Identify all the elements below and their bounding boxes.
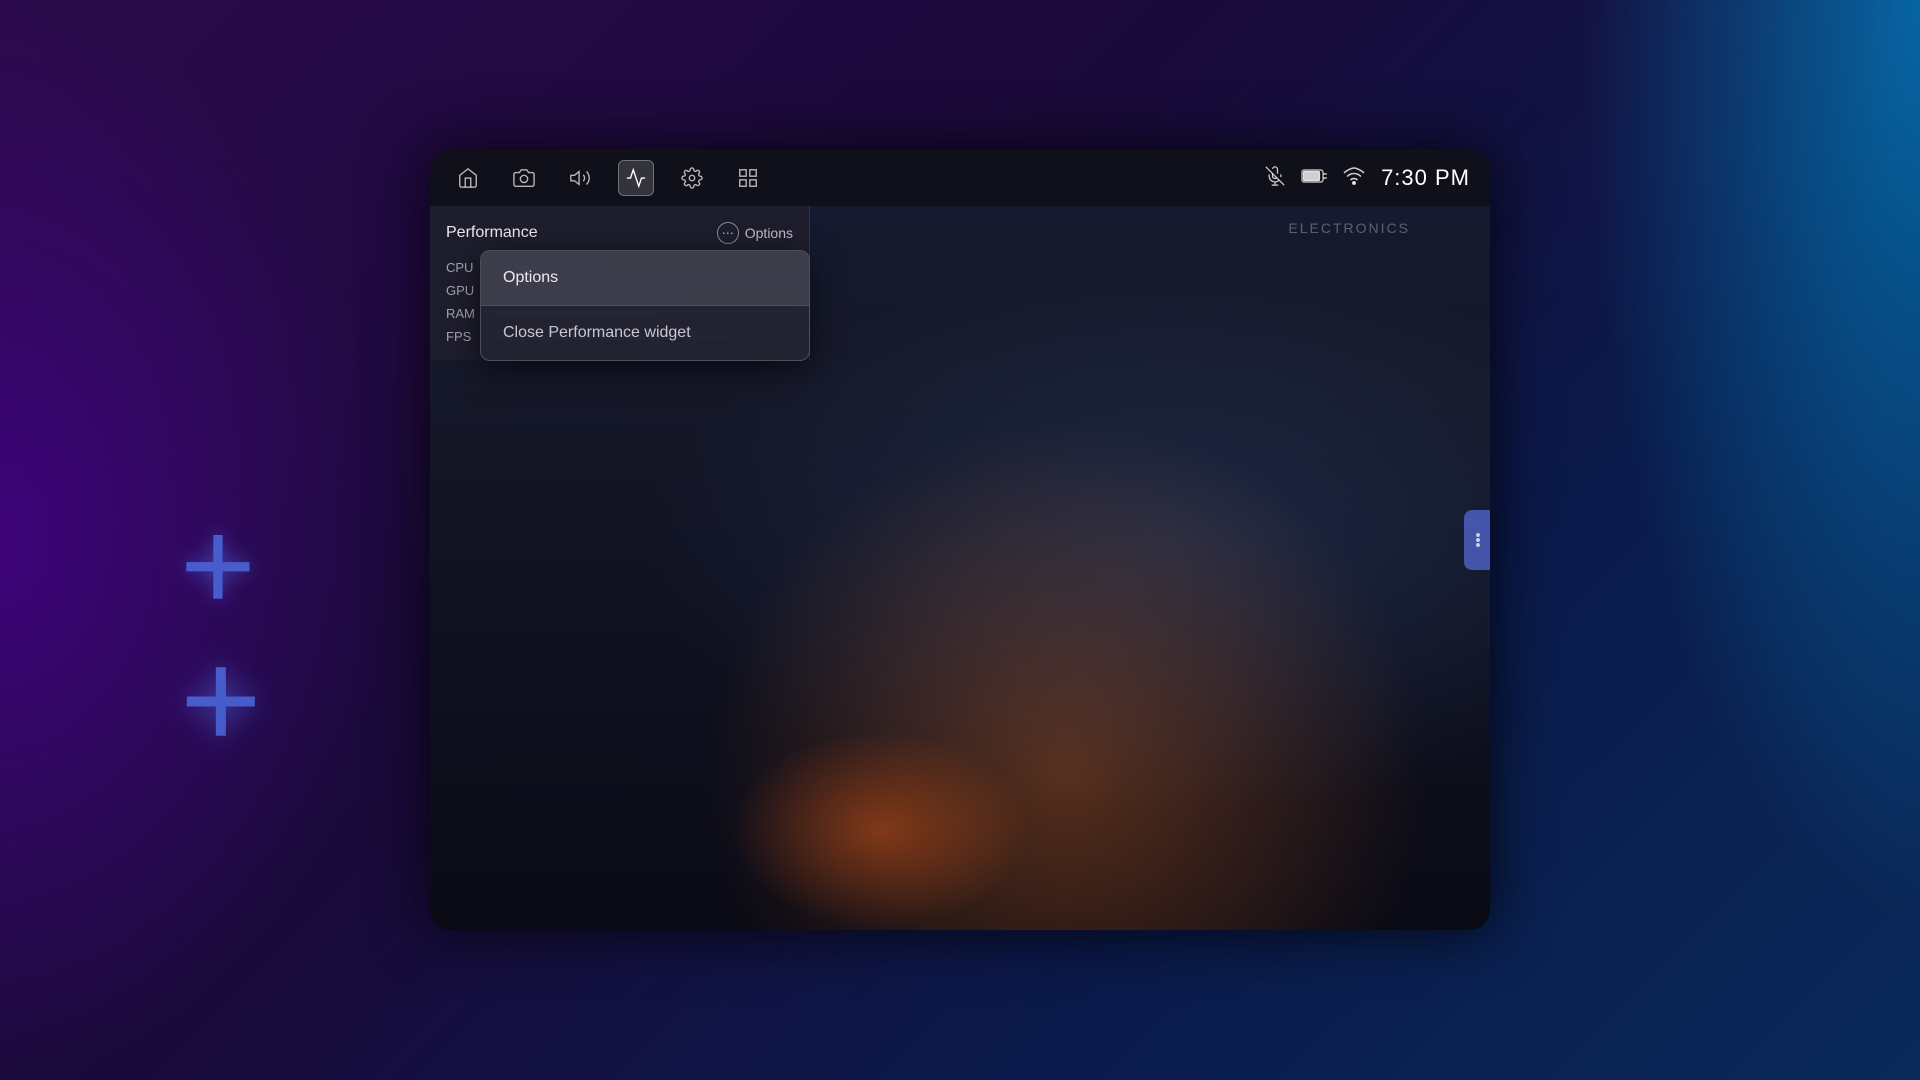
- options-button[interactable]: ⋯ Options: [717, 222, 793, 244]
- dropdown-menu: Options Close Performance widget: [480, 250, 810, 361]
- performance-header: Performance ⋯ Options: [446, 222, 793, 244]
- ram-label: RAM: [446, 306, 481, 321]
- options-circle-icon: ⋯: [717, 222, 739, 244]
- gpu-label: GPU: [446, 283, 481, 298]
- fps-label: FPS: [446, 329, 481, 344]
- bg-glow-right: [1520, 0, 1920, 1080]
- performance-title: Performance: [446, 224, 538, 242]
- grid-icon[interactable]: [730, 160, 766, 196]
- close-performance-widget-menu-item[interactable]: Close Performance widget: [481, 306, 809, 360]
- nav-icons-left: [450, 160, 766, 196]
- scene-text: ELECTRONICS: [1288, 220, 1410, 236]
- plus-symbol: +: [180, 630, 300, 770]
- top-nav: 7:30 PM: [430, 150, 1490, 206]
- wifi-icon: [1343, 167, 1365, 190]
- nav-status-right: 7:30 PM: [1265, 165, 1470, 191]
- volume-icon[interactable]: [562, 160, 598, 196]
- settings-icon[interactable]: [674, 160, 710, 196]
- right-handle-tab[interactable]: [1464, 510, 1490, 570]
- mic-muted-icon: [1265, 166, 1285, 191]
- options-menu-item[interactable]: Options: [481, 251, 809, 306]
- device-frame: ELECTRONICS: [430, 150, 1490, 930]
- options-label: Options: [745, 225, 793, 241]
- home-icon[interactable]: [450, 160, 486, 196]
- plus-icon: +: [180, 500, 300, 620]
- battery-icon: [1301, 168, 1327, 189]
- time-display: 7:30 PM: [1381, 165, 1470, 191]
- performance-nav-icon[interactable]: [618, 160, 654, 196]
- camera-icon[interactable]: [506, 160, 542, 196]
- plus-icon-container: +: [180, 500, 300, 620]
- cpu-label: CPU: [446, 260, 481, 275]
